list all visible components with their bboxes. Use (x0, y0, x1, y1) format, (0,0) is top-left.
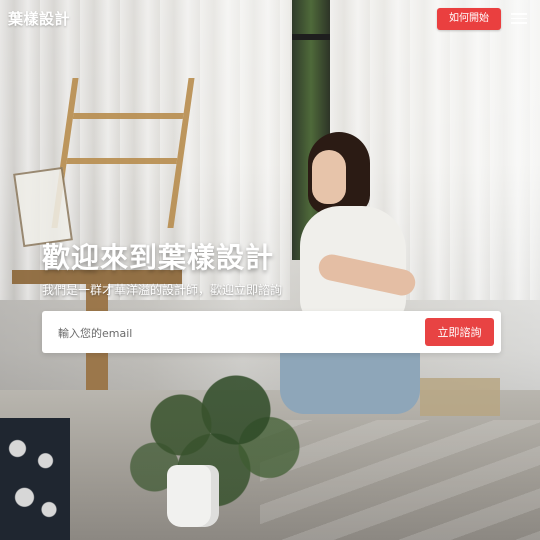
menu-line (511, 22, 527, 24)
menu-line (511, 17, 527, 19)
consult-now-button[interactable]: 立即諮詢 (425, 318, 494, 346)
hero-title: 歡迎來到葉樣設計 (42, 241, 275, 274)
patterned-fabric (0, 418, 70, 540)
hero-subtitle: 我們是一群才華洋溢的設計師，歡迎立即諮詢 (42, 283, 283, 297)
wooden-shelf (51, 78, 195, 228)
potted-plant (115, 365, 335, 515)
email-signup-form: 立即諮詢 (42, 311, 501, 353)
landing-page: 葉樣設計 如何開始 歡迎來到葉樣設計 我們是一群才華洋溢的設計師，歡迎立即諮詢 … (0, 0, 540, 540)
site-logo[interactable]: 葉樣設計 (8, 8, 70, 29)
email-input[interactable] (56, 321, 420, 345)
plant-pot (167, 465, 219, 527)
hamburger-menu-icon[interactable] (511, 10, 527, 24)
woman-face (312, 150, 346, 204)
how-to-start-button[interactable]: 如何開始 (437, 8, 501, 30)
site-header: 葉樣設計 如何開始 (0, 0, 540, 40)
rug (420, 378, 500, 416)
menu-line (511, 13, 527, 15)
